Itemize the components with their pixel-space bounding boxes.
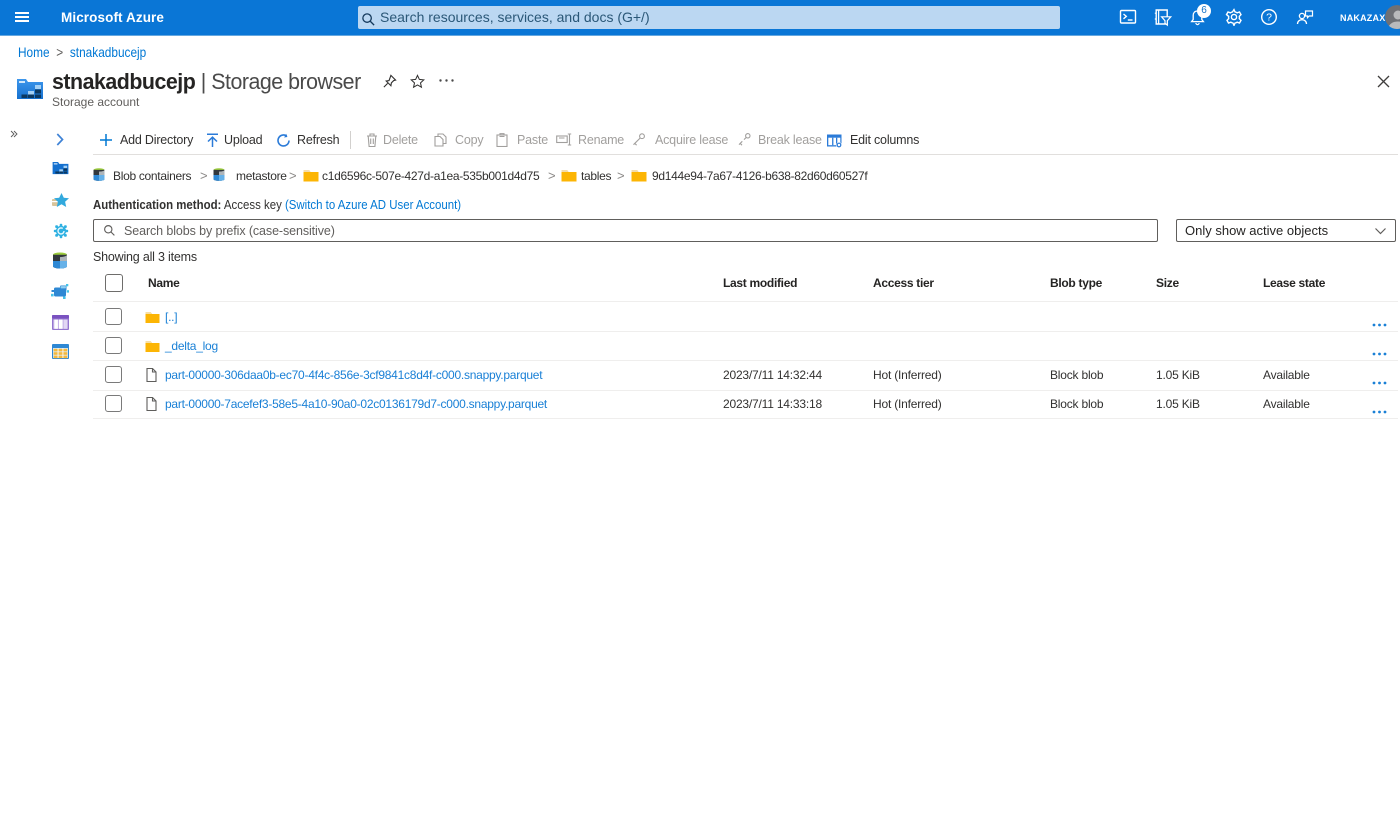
svg-text:?: ?: [1266, 12, 1272, 24]
